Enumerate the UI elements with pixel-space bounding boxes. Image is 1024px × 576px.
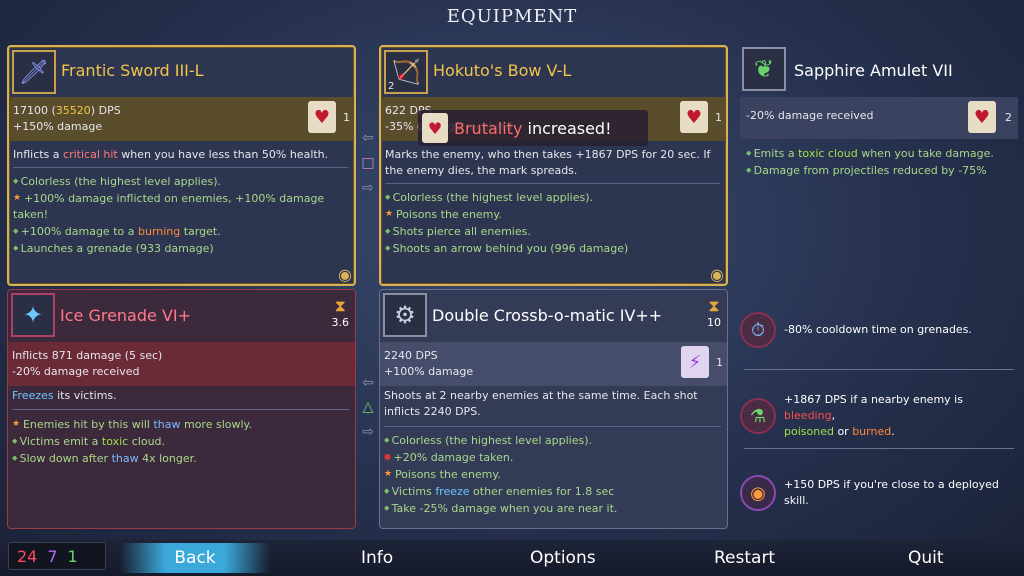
weapon-card-frantic-sword[interactable]: 🗡 Frantic Sword III-L 17100 (35520) DPS … [7,45,356,286]
triangle-button-icon[interactable]: △ [357,399,379,415]
stopwatch-icon: ⏱ [740,312,776,348]
scroll-icon: ♥ [308,101,336,133]
item-modifiers: Enemies hit by this will thaw more slowl… [12,416,349,467]
divider [12,409,349,410]
hourglass-icon: ⧗ [334,296,346,315]
item-description: Freezes its victims. [12,389,117,402]
info-button[interactable]: Info [361,548,393,568]
sword-icon: 🗡 [12,50,56,94]
item-modifiers: Emits a toxic cloud when you take damage… [746,145,1012,179]
popup-text: increased! [522,118,612,138]
item-name: Frantic Sword III-L [61,61,204,80]
brutality-count: 24 [17,546,38,566]
item-description: Shoots at 2 nearby enemies at the same t… [384,389,698,418]
amulet-icon: ❦ [742,47,786,91]
mutation-skill-proximity[interactable]: ◉ +150 DPS if you're close to a deployed… [740,475,1016,511]
scroll-count: 2 [1005,111,1012,124]
swap-arrow-icon[interactable]: ⇦ [357,130,379,146]
scroll-icon: ♥ [422,113,448,143]
popup-stat-name: Brutality [454,118,523,138]
skill-eye-icon: ◉ [740,475,776,511]
options-button[interactable]: Options [530,548,596,568]
item-name: Sapphire Amulet VII [794,61,953,80]
item-stats: Inflicts 871 damage (5 sec) -20% damage … [8,342,355,386]
amulet-panel[interactable]: ❦ Sapphire Amulet VII -20% damage receiv… [740,45,1018,286]
hourglass-icon: ⧗ [708,296,720,315]
screen-title: EQUIPMENT [446,6,578,27]
scroll-stats-counter: 24 7 1 [8,542,106,570]
tactics-count: 7 [47,546,58,566]
item-modifiers: Colorless (the highest level applies). P… [385,189,720,257]
scroll-icon: ⚡ [681,346,709,378]
square-button-icon[interactable]: □ [357,155,379,171]
cooldown-timer: ⧗ 3.6 [331,296,350,329]
divider [385,183,720,184]
stat-increased-popup: ♥ Brutality increased! [418,110,648,146]
swap-arrow-icon[interactable]: ⇨ [357,424,379,440]
corner-ornament-icon: ◉ [710,265,724,284]
mutation-conditional-dps[interactable]: ⚗ +1867 DPS if a nearby enemy is bleedin… [740,392,1016,440]
skill-card-double-crossbow[interactable]: ⚙ Double Crossb-o-matic IV++ ⧗ 10 2240 DP… [379,289,728,529]
cooldown-timer: ⧗ 10 [707,296,721,329]
grenade-icon: ✦ [11,293,55,337]
crossbow-turret-icon: ⚙ [383,293,427,337]
scroll-icon: ♥ [680,101,708,133]
back-button[interactable]: Back [120,543,270,573]
restart-button[interactable]: Restart [714,548,775,568]
scroll-count: 1 [343,111,350,124]
skill-card-ice-grenade[interactable]: ✦ Ice Grenade VI+ ⧗ 3.6 Inflicts 871 dama… [7,289,356,529]
item-modifiers: Colorless (the highest level applies). +… [13,173,348,257]
item-description: Marks the enemy, who then takes +1867 DP… [385,148,711,177]
divider [744,369,1014,370]
item-level-badge: 2 [388,81,395,92]
item-name: Ice Grenade VI+ [60,306,192,325]
scroll-count: 1 [716,356,723,369]
divider [744,448,1014,449]
item-stats: 2240 DPS +100% damage [380,342,727,386]
item-stats: 17100 (35520) DPS +150% damage [9,97,354,141]
mutation-grenadier[interactable]: ⏱ -80% cooldown time on grenades. [740,312,1016,348]
item-name: Hokuto's Bow V-L [433,61,572,80]
item-modifiers: Colorless (the highest level applies). +… [384,432,721,517]
scroll-count: 1 [715,111,722,124]
item-name: Double Crossb-o-matic IV++ [432,306,663,325]
scroll-icon: ♥ [968,101,996,133]
potion-icon: ⚗ [740,398,776,434]
weapon-card-hokutos-bow[interactable]: 🏹 2 Hokuto's Bow V-L 622 DPS -35% damage… [379,45,728,286]
item-description: Inflicts a critical hit when you have le… [13,148,329,161]
corner-ornament-icon: ◉ [338,265,352,284]
quit-button[interactable]: Quit [908,548,944,568]
divider [13,167,348,168]
divider [384,426,721,427]
swap-arrow-icon[interactable]: ⇦ [357,375,379,391]
survival-count: 1 [67,546,78,566]
swap-arrow-icon[interactable]: ⇨ [357,180,379,196]
